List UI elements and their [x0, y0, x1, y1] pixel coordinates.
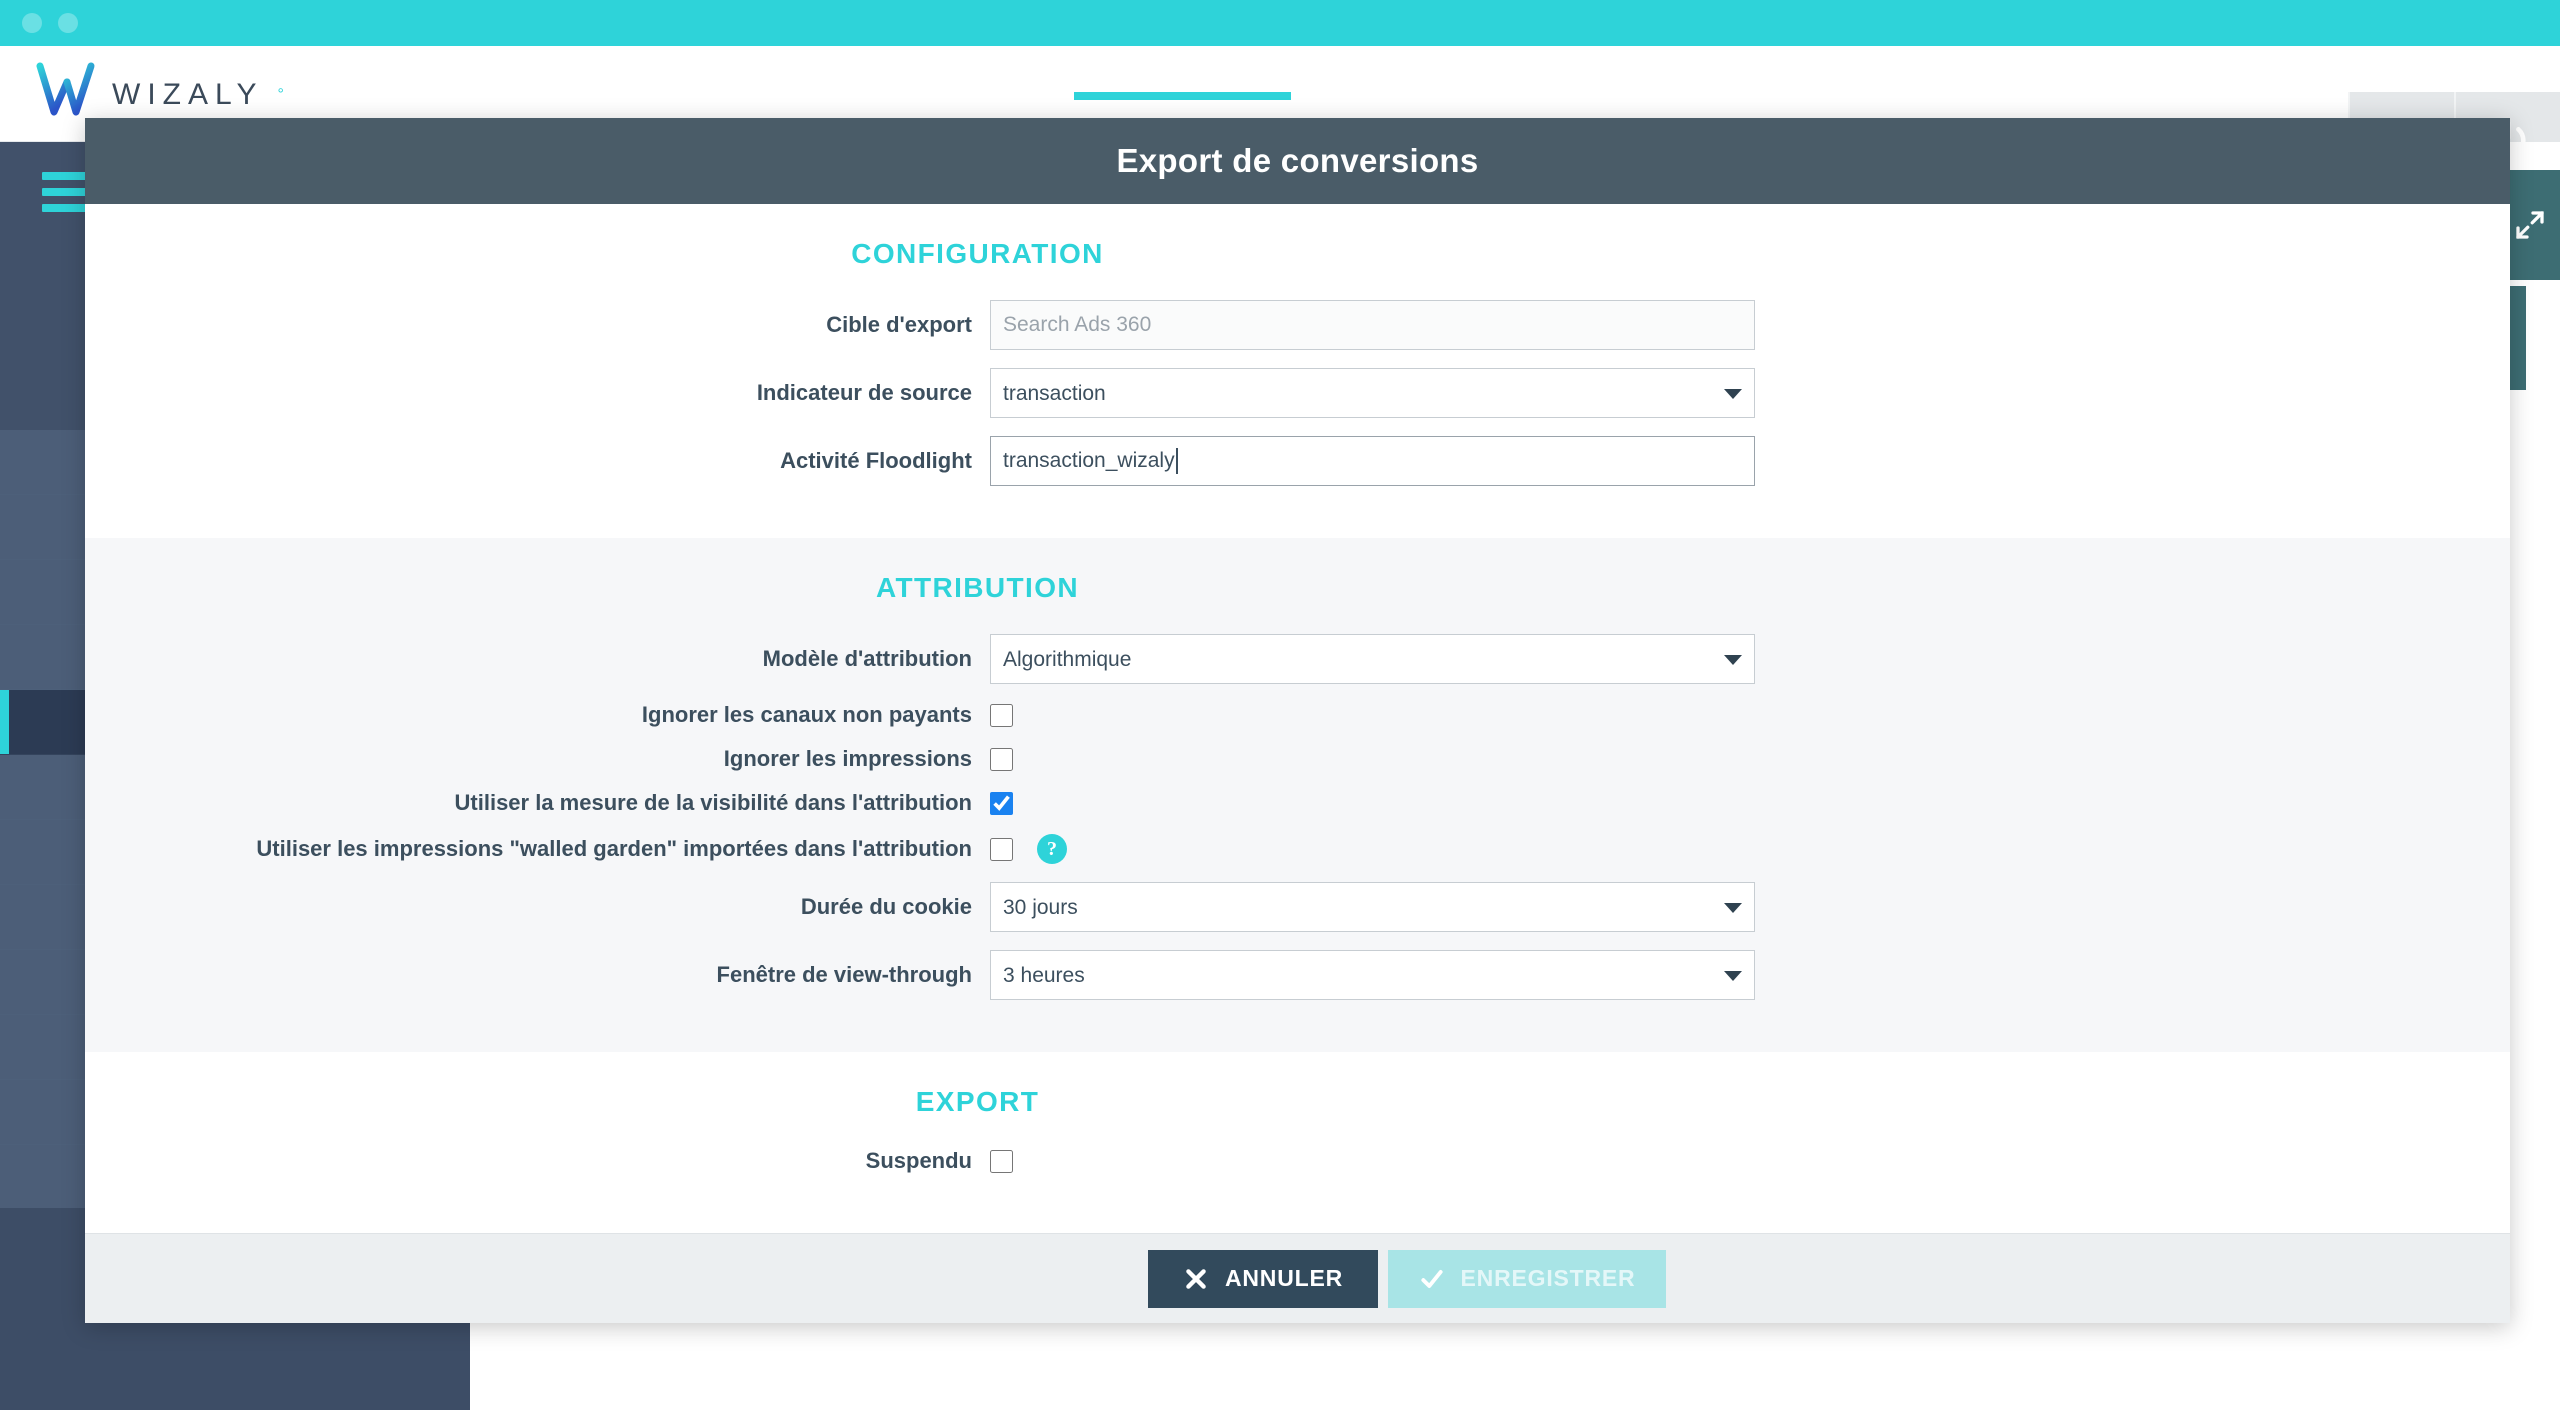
cible-export-input[interactable]: [990, 300, 1755, 350]
row-indicateur-source: Indicateur de source transaction: [85, 368, 2510, 418]
ignorer-impressions-checkbox[interactable]: [990, 748, 1013, 771]
window-dot-close[interactable]: [22, 13, 42, 33]
row-duree-cookie: Durée du cookie 30 jours: [85, 882, 2510, 932]
modele-attribution-select[interactable]: Algorithmique: [990, 634, 1755, 684]
mesure-visibilite-checkbox[interactable]: [990, 792, 1013, 815]
row-walled-garden: Utiliser les impressions "walled garden"…: [85, 834, 2510, 864]
label-fenetre-view-through: Fenêtre de view-through: [85, 962, 990, 988]
suspendu-checkbox[interactable]: [990, 1150, 1013, 1173]
activite-floodlight-input[interactable]: transaction_wizaly: [990, 436, 1755, 486]
modal-body: CONFIGURATION Cible d'export Indicateur …: [85, 204, 2510, 1233]
section-configuration: CONFIGURATION Cible d'export Indicateur …: [85, 204, 2510, 538]
label-ignorer-impressions: Ignorer les impressions: [85, 746, 990, 772]
label-indicateur-source: Indicateur de source: [85, 380, 990, 406]
label-ignorer-canaux: Ignorer les canaux non payants: [85, 702, 990, 728]
label-suspendu: Suspendu: [85, 1148, 990, 1174]
brand-name: WIZALY: [112, 78, 263, 112]
walled-garden-checkbox[interactable]: [990, 838, 1013, 861]
row-modele-attribution: Modèle d'attribution Algorithmique: [85, 634, 2510, 684]
row-ignorer-impressions: Ignorer les impressions: [85, 746, 2510, 772]
help-circle-icon[interactable]: ?: [1037, 834, 1067, 864]
window-dot-minimize[interactable]: [58, 13, 78, 33]
brand-degree: °: [277, 86, 283, 104]
row-ignorer-canaux: Ignorer les canaux non payants: [85, 702, 2510, 728]
activite-floodlight-value: transaction_wizaly: [1003, 449, 1175, 473]
cancel-button-label: ANNULER: [1225, 1265, 1343, 1292]
expand-arrows-icon: [2512, 207, 2548, 243]
app-root: WIZALY ° ATTRIBUTION AIDE: [0, 0, 2560, 1410]
cancel-button[interactable]: ANNULER: [1148, 1250, 1378, 1308]
row-fenetre-view-through: Fenêtre de view-through 3 heures: [85, 950, 2510, 1000]
section-attribution: ATTRIBUTION Modèle d'attribution Algorit…: [85, 538, 2510, 1052]
label-duree-cookie: Durée du cookie: [85, 894, 990, 920]
label-walled-garden: Utiliser les impressions "walled garden"…: [85, 836, 990, 862]
row-activite-floodlight: Activité Floodlight transaction_wizaly: [85, 436, 2510, 486]
close-x-icon: [1183, 1266, 1209, 1292]
row-suspendu: Suspendu: [85, 1148, 2510, 1174]
indicateur-source-select[interactable]: transaction: [990, 368, 1755, 418]
row-cible-export: Cible d'export: [85, 300, 2510, 350]
save-button-label: ENREGISTRER: [1461, 1265, 1636, 1292]
label-mesure-visibilite: Utiliser la mesure de la visibilité dans…: [85, 790, 990, 816]
label-cible-export: Cible d'export: [85, 312, 990, 338]
modal-title: Export de conversions: [85, 118, 2510, 204]
modal-footer: ANNULER ENREGISTRER: [85, 1233, 2510, 1323]
window-titlebar: [0, 0, 2560, 46]
section-title-export: EXPORT: [85, 1086, 1870, 1118]
check-icon: [1419, 1266, 1445, 1292]
row-mesure-visibilite: Utiliser la mesure de la visibilité dans…: [85, 790, 2510, 816]
section-title-configuration: CONFIGURATION: [85, 238, 1870, 270]
ignorer-canaux-checkbox[interactable]: [990, 704, 1013, 727]
save-button[interactable]: ENREGISTRER: [1388, 1250, 1666, 1308]
label-activite-floodlight: Activité Floodlight: [85, 448, 990, 474]
fenetre-view-through-select[interactable]: 3 heures: [990, 950, 1755, 1000]
label-modele-attribution: Modèle d'attribution: [85, 646, 990, 672]
duree-cookie-select[interactable]: 30 jours: [990, 882, 1755, 932]
text-cursor: [1176, 448, 1178, 474]
section-export: EXPORT Suspendu: [85, 1052, 2510, 1226]
section-title-attribution: ATTRIBUTION: [85, 572, 1870, 604]
export-conversions-modal: Export de conversions CONFIGURATION Cibl…: [85, 118, 2510, 1323]
